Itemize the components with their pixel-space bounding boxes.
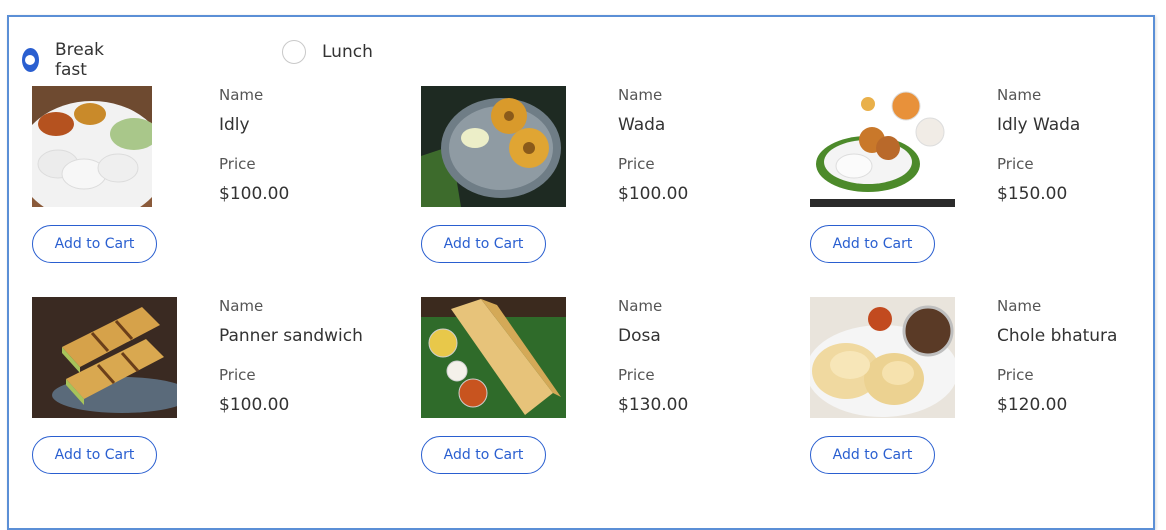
product-image-idly [32,86,152,207]
product-card-chole-bhatura: Name Chole bhatura Price $120.00 Add to … [810,297,1166,497]
name-label: Name [997,86,1042,104]
radio-breakfast[interactable]: Break fast [22,40,111,80]
radio-checked-icon[interactable] [22,48,39,72]
name-label: Name [219,86,264,104]
product-card-idly: Name Idly Price $100.00 Add to Cart [32,86,412,286]
product-card-dosa: Name Dosa Price $130.00 Add to Cart [421,297,801,497]
product-name: Dosa [618,326,661,346]
product-name: Chole bhatura [997,326,1118,346]
product-name: Idly [219,115,250,135]
price-label: Price [219,155,256,173]
product-name: Panner sandwich [219,326,363,346]
price-label: Price [997,155,1034,173]
add-to-cart-button[interactable]: Add to Cart [32,436,157,474]
product-image-chole-bhatura [810,297,955,418]
name-label: Name [997,297,1042,315]
product-price: $130.00 [618,395,689,415]
product-card-panner-sandwich: Name Panner sandwich Price $100.00 Add t… [32,297,412,497]
product-card-idly-wada: Name Idly Wada Price $150.00 Add to Cart [810,86,1166,286]
product-price: $100.00 [219,395,290,415]
product-image-wada [421,86,566,207]
add-to-cart-button[interactable]: Add to Cart [810,436,935,474]
product-price: $100.00 [219,184,290,204]
add-to-cart-button[interactable]: Add to Cart [421,436,546,474]
add-to-cart-button[interactable]: Add to Cart [421,225,546,263]
product-name: Idly Wada [997,115,1081,135]
radio-unchecked-icon[interactable] [282,40,306,64]
product-price: $100.00 [618,184,689,204]
price-label: Price [219,366,256,384]
price-label: Price [618,366,655,384]
add-to-cart-button[interactable]: Add to Cart [32,225,157,263]
add-to-cart-button[interactable]: Add to Cart [810,225,935,263]
product-price: $150.00 [997,184,1068,204]
product-card-wada: Name Wada Price $100.00 Add to Cart [421,86,801,286]
radio-lunch-label: Lunch [322,42,373,62]
name-label: Name [618,297,663,315]
product-image-panner-sandwich [32,297,177,418]
product-image-dosa [421,297,566,418]
radio-lunch[interactable]: Lunch [282,40,373,64]
radio-breakfast-label: Break fast [54,40,104,80]
price-label: Price [997,366,1034,384]
name-label: Name [219,297,264,315]
price-label: Price [618,155,655,173]
product-name: Wada [618,115,666,135]
product-price: $120.00 [997,395,1068,415]
product-image-idly-wada [810,86,955,207]
name-label: Name [618,86,663,104]
